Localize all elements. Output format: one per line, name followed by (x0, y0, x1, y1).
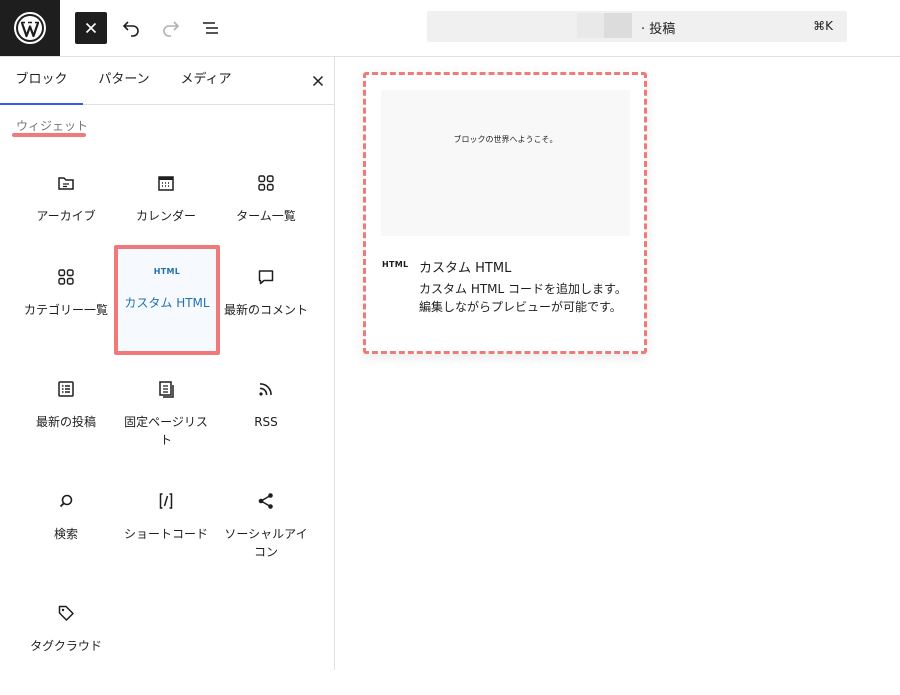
undo-icon (122, 21, 139, 37)
highlight-underline (12, 133, 86, 137)
wordpress-icon (14, 12, 46, 44)
block-tag-cloud[interactable]: タグクラウド (16, 587, 116, 695)
block-label: カレンダー (135, 209, 196, 223)
block-label: カテゴリー一覧 (23, 303, 108, 317)
block-label: 固定ページリスト (124, 415, 208, 447)
block-page-list[interactable]: 固定ページリスト (116, 363, 216, 471)
block-label: 最新のコメント (223, 303, 308, 317)
tab-patterns[interactable]: パターン (83, 57, 165, 105)
redacted-title (577, 13, 637, 38)
redo-icon (163, 21, 180, 37)
rss-icon (254, 377, 278, 401)
block-card-title: カスタム HTML (419, 261, 512, 276)
block-archive[interactable]: アーカイブ (16, 157, 116, 265)
block-categories[interactable]: カテゴリー一覧 (16, 251, 116, 359)
block-social-icons[interactable]: ソーシャルアイコン (216, 475, 316, 583)
archive-icon (54, 171, 78, 195)
post-list-icon (54, 377, 78, 401)
tab-blocks[interactable]: ブロック (0, 57, 83, 105)
html-icon: HTML (153, 266, 181, 276)
comment-icon (254, 265, 278, 289)
block-label: 検索 (53, 527, 78, 541)
list-view-icon (203, 22, 218, 34)
editor-header: · 投稿 ⌘K (0, 0, 900, 57)
pages-icon (154, 377, 178, 401)
block-rss[interactable]: RSS (216, 363, 316, 471)
inserter-tabs: ブロック パターン メディア (0, 57, 335, 105)
document-title: · 投稿 (641, 22, 676, 37)
wordpress-logo[interactable] (0, 0, 60, 56)
search-icon (54, 489, 78, 513)
block-label: ターム一覧 (236, 209, 296, 223)
share-icon (254, 489, 278, 513)
close-icon (85, 22, 97, 34)
command-palette-bar[interactable]: · 投稿 ⌘K (427, 11, 847, 42)
block-label: タグクラウド (30, 639, 102, 653)
block-term-list[interactable]: ターム一覧 (216, 157, 316, 265)
block-label: アーカイブ (36, 209, 96, 223)
shortcode-icon (154, 489, 178, 513)
redo-button[interactable] (155, 12, 187, 44)
undo-button[interactable] (115, 12, 147, 44)
preview-sample-text: ブロックの世界へようこそ。 (453, 135, 558, 144)
block-shortcode[interactable]: ショートコード (116, 475, 216, 583)
calendar-icon (154, 171, 178, 195)
block-label: 最新の投稿 (35, 415, 96, 429)
block-label: ショートコード (123, 527, 208, 541)
close-inserter-button[interactable] (75, 12, 107, 44)
tab-media[interactable]: メディア (165, 57, 247, 105)
block-card-description: カスタム HTML コードを追加します。編集しながらプレビューが可能です。 (419, 282, 627, 314)
block-label: カスタム HTML (124, 296, 210, 310)
block-latest-posts[interactable]: 最新の投稿 (16, 363, 116, 471)
block-inserter-panel: ブロック パターン メディア ウィジェット アーカイブ カレンダー ターム一覧 … (0, 57, 335, 670)
category-heading: ウィジェット (16, 119, 89, 133)
close-icon (312, 75, 324, 87)
sidebar-scrollbar[interactable] (334, 57, 348, 670)
html-icon: HTML (382, 260, 409, 269)
block-label: RSS (254, 415, 278, 429)
tag-icon (54, 601, 78, 625)
block-label: ソーシャルアイコン (224, 527, 308, 559)
categories-icon (54, 265, 78, 289)
keyboard-shortcut: ⌘K (813, 19, 833, 33)
document-overview-button[interactable] (195, 12, 227, 44)
block-custom-html[interactable]: HTML カスタム HTML (114, 245, 220, 355)
grid-icon (254, 171, 278, 195)
block-search[interactable]: 検索 (16, 475, 116, 583)
close-panel-button[interactable] (303, 66, 333, 96)
editor-canvas: ブロックの世界へようこそ。 HTML カスタム HTML カスタム HTML コ… (349, 57, 900, 670)
block-latest-comments[interactable]: 最新のコメント (216, 251, 316, 359)
block-preview-card: ブロックの世界へようこそ。 HTML カスタム HTML カスタム HTML コ… (363, 72, 647, 354)
block-preview-frame: ブロックの世界へようこそ。 (381, 90, 630, 236)
